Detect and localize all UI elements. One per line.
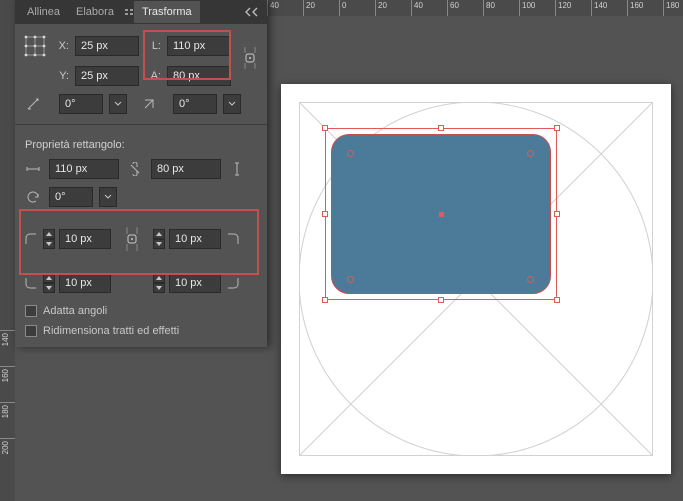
corner-br-icon[interactable] [225, 275, 241, 291]
corner-anchor-tr[interactable] [527, 150, 534, 157]
checkbox-adatta[interactable] [25, 305, 37, 317]
input-corner-bl[interactable] [59, 273, 111, 293]
input-height[interactable] [167, 66, 231, 86]
label-ridim: Ridimensiona tratti ed effetti [43, 325, 179, 337]
checkbox-ridim[interactable] [25, 325, 37, 337]
input-x[interactable] [75, 36, 139, 56]
tab-elabora[interactable]: Elabora [68, 1, 122, 23]
rect-width-icon [23, 159, 43, 179]
ruler-v-label: 160 [1, 369, 10, 382]
shear-dropdown[interactable] [223, 94, 241, 114]
selection-box [325, 128, 557, 300]
rotate-dropdown[interactable] [109, 94, 127, 114]
corner-anchor-bl[interactable] [347, 276, 354, 283]
ruler-h-label: 40 [414, 1, 423, 10]
rect-rotate-dropdown[interactable] [99, 187, 117, 207]
spin-br[interactable] [153, 273, 165, 293]
spin-tl[interactable] [43, 229, 55, 249]
ruler-h-label: 40 [270, 1, 279, 10]
input-corner-br[interactable] [169, 273, 221, 293]
ruler-h-label: 20 [306, 1, 315, 10]
handle-tl[interactable] [322, 125, 328, 131]
ruler-h-label: 140 [594, 1, 607, 10]
ruler-v-label: 140 [1, 333, 10, 346]
input-rotate[interactable] [59, 94, 103, 114]
link-wh-icon[interactable] [239, 38, 261, 78]
panel-tabs: Allinea Elabora Trasforma [15, 0, 267, 24]
check-ridim-row[interactable]: Ridimensiona tratti ed effetti [15, 321, 267, 347]
handle-mr[interactable] [554, 211, 560, 217]
reference-point-grid[interactable] [23, 34, 47, 58]
corner-anchor-br[interactable] [527, 276, 534, 283]
tab-options-icon [124, 7, 134, 17]
selection-center[interactable] [439, 212, 444, 217]
panel-collapse[interactable] [241, 7, 263, 17]
label-y: Y: [53, 70, 69, 82]
label-h: A: [145, 70, 161, 82]
handle-tr[interactable] [554, 125, 560, 131]
ruler-h-label: 180 [666, 1, 679, 10]
input-rect-height[interactable] [151, 159, 221, 179]
input-y[interactable] [75, 66, 139, 86]
tab-allinea[interactable]: Allinea [19, 1, 68, 23]
ruler-h-label: 60 [450, 1, 459, 10]
ruler-h-label: 100 [522, 1, 535, 10]
rect-height-icon [227, 159, 247, 179]
tab-trasforma[interactable]: Trasforma [134, 1, 200, 23]
input-shear[interactable] [173, 94, 217, 114]
ruler-h-label: 80 [486, 1, 495, 10]
spin-bl[interactable] [43, 273, 55, 293]
input-corner-tr[interactable] [169, 229, 221, 249]
ruler-h-label: 0 [342, 1, 346, 10]
input-rect-rotate[interactable] [49, 187, 93, 207]
handle-bm[interactable] [438, 297, 444, 303]
artboard[interactable] [281, 84, 671, 474]
corner-anchor-tl[interactable] [347, 150, 354, 157]
shear-icon [139, 94, 159, 114]
ruler-corner [0, 0, 15, 16]
handle-bl[interactable] [322, 297, 328, 303]
transform-panel: Allinea Elabora Trasforma X: L: Y: [15, 0, 267, 347]
ruler-vertical[interactable]: 140 160 180 200 [0, 0, 15, 501]
label-w: L: [145, 40, 161, 52]
spin-tr[interactable] [153, 229, 165, 249]
input-rect-width[interactable] [49, 159, 119, 179]
rect-link-icon[interactable] [125, 159, 145, 179]
handle-ml[interactable] [322, 211, 328, 217]
handle-tm[interactable] [438, 125, 444, 131]
rotate-icon [23, 94, 43, 114]
link-corners-icon[interactable] [121, 215, 143, 263]
corner-tl-icon[interactable] [23, 231, 39, 247]
ruler-h-label: 20 [378, 1, 387, 10]
input-corner-tl[interactable] [59, 229, 111, 249]
corner-bl-icon[interactable] [23, 275, 39, 291]
corner-tr-icon[interactable] [225, 231, 241, 247]
label-adatta: Adatta angoli [43, 305, 107, 317]
check-adatta-row[interactable]: Adatta angoli [15, 301, 267, 321]
ruler-h-label: 120 [558, 1, 571, 10]
handle-br[interactable] [554, 297, 560, 303]
input-width[interactable] [167, 36, 231, 56]
ruler-h-label: 160 [630, 1, 643, 10]
rect-rotate-icon [23, 187, 43, 207]
ruler-v-label: 180 [1, 405, 10, 418]
label-x: X: [53, 40, 69, 52]
ruler-v-label: 200 [1, 441, 10, 454]
section-rectangle-props: Proprietà rettangolo: [15, 131, 267, 155]
